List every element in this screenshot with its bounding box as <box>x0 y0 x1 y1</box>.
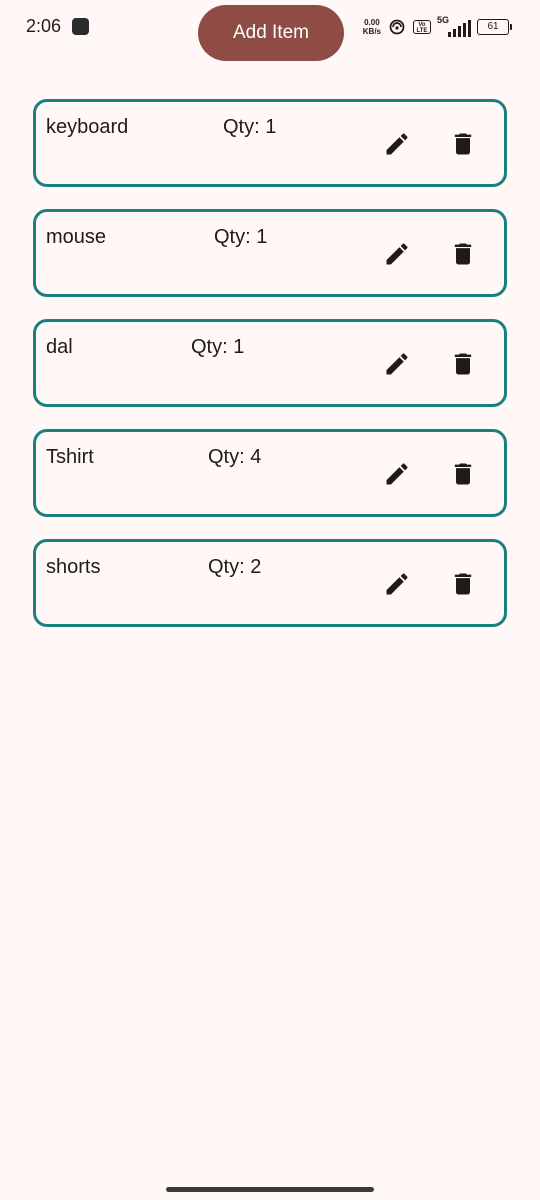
item-quantity: Qty: 1 <box>214 226 268 248</box>
pencil-icon <box>386 353 408 375</box>
item-quantity: Qty: 2 <box>208 556 262 578</box>
edit-item-button[interactable] <box>381 238 413 270</box>
edit-item-button[interactable] <box>381 348 413 380</box>
delete-item-button[interactable] <box>447 238 479 270</box>
item-name: keyboard <box>46 116 129 138</box>
net-speed-value: 0.00 <box>364 18 380 27</box>
edit-item-button[interactable] <box>381 128 413 160</box>
add-item-button[interactable]: Add Item <box>198 5 344 61</box>
trash-icon <box>454 353 472 375</box>
item-card: shorts Qty: 2 <box>33 539 507 627</box>
item-name: Tshirt <box>46 446 94 468</box>
status-time: 2:06 <box>26 16 62 36</box>
trash-icon <box>454 133 472 155</box>
item-quantity: Qty: 4 <box>208 446 262 468</box>
edit-item-button[interactable] <box>381 458 413 490</box>
trash-icon <box>454 463 472 485</box>
volte-icon: Vo LTE <box>413 20 431 34</box>
pencil-icon <box>386 573 408 595</box>
net-speed-indicator: 0.00 KB/s <box>363 18 381 36</box>
status-icons: 0.00 KB/s Vo LTE 5G 61 <box>363 15 512 38</box>
battery-icon: 61 <box>477 19 512 35</box>
item-name: mouse <box>46 226 107 248</box>
trash-icon <box>454 243 472 265</box>
delete-item-button[interactable] <box>447 458 479 490</box>
item-card: mouse Qty: 1 <box>33 209 507 297</box>
edit-item-button[interactable] <box>381 568 413 600</box>
item-name: shorts <box>46 556 101 578</box>
item-quantity: Qty: 1 <box>191 336 245 358</box>
delete-item-button[interactable] <box>447 128 479 160</box>
gesture-navigation-handle[interactable] <box>166 1187 374 1192</box>
item-name: dal <box>46 336 73 358</box>
hotspot-link-icon <box>389 19 405 35</box>
battery-level: 61 <box>477 19 509 35</box>
pencil-icon <box>386 133 408 155</box>
delete-item-button[interactable] <box>447 568 479 600</box>
item-card: dal Qty: 1 <box>33 319 507 407</box>
pencil-icon <box>386 243 408 265</box>
trash-icon <box>454 573 472 595</box>
pencil-icon <box>386 463 408 485</box>
item-card: Tshirt Qty: 4 <box>33 429 507 517</box>
net-speed-unit: KB/s <box>362 27 381 36</box>
delete-item-button[interactable] <box>447 348 479 380</box>
notification-app-icon <box>72 18 89 35</box>
item-card: keyboard Qty: 1 <box>33 99 507 187</box>
item-quantity: Qty: 1 <box>223 116 277 138</box>
signal-strength-icon: 5G <box>437 15 471 37</box>
item-list: keyboard Qty: 1 mouse Qty: 1 dal Qty: 1 … <box>33 99 507 649</box>
